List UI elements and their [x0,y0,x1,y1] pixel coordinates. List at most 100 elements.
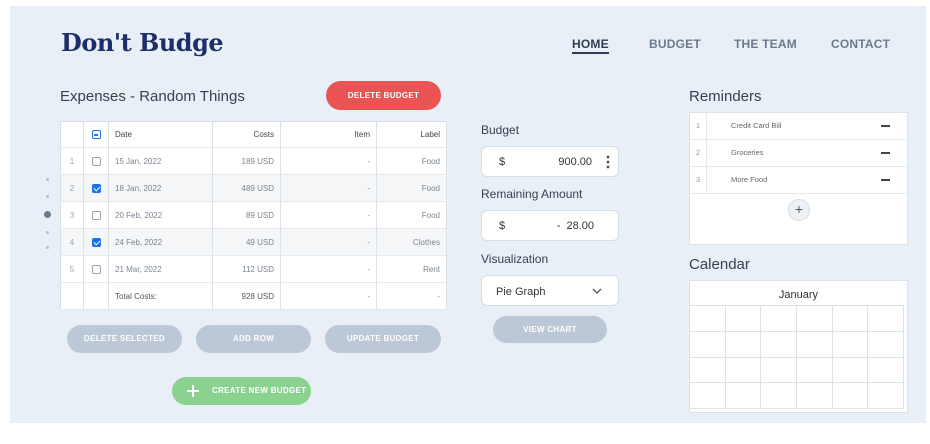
table-row[interactable]: 4 24 Feb, 2022 49 USD - Clothes [60,228,447,256]
calendar-day-cell[interactable] [832,331,869,358]
cell-cost[interactable]: 89 USD [212,201,281,229]
app-logo[interactable]: Don't Budge [61,28,224,57]
create-new-budget-button[interactable]: CREATE NEW BUDGET [172,377,311,405]
carousel-dot-active[interactable] [44,211,51,218]
reminder-text[interactable]: Groceries [731,140,764,166]
cell-cost[interactable]: 489 USD [212,174,281,202]
nav-the-team[interactable]: THE TEAM [734,37,797,51]
table-row[interactable]: 1 15 Jan, 2022 189 USD - Food [60,147,447,175]
calendar-day-cell[interactable] [761,383,797,409]
delete-selected-button[interactable]: DELETE SELECTED [67,325,182,353]
visualization-select[interactable]: Pie Graph [481,275,619,306]
calendar-day-cell[interactable] [832,357,869,384]
column-header-item[interactable]: Item [280,121,377,148]
calendar-day-cell[interactable] [868,357,904,384]
reminder-item[interactable]: 3 More Food [690,167,907,194]
calendar-month: January [778,289,819,301]
budget-label: Budget [481,123,520,137]
reminder-text[interactable]: Credit Card Bill [731,113,781,139]
cell-item[interactable]: - [280,255,377,283]
add-row-button[interactable]: ADD ROW [196,325,311,353]
delete-budget-button[interactable]: DELETE BUDGET [326,81,441,110]
table-row[interactable]: 3 20 Feb, 2022 89 USD - Food [60,201,447,229]
calendar-day-cell[interactable] [868,331,904,358]
calendar-day-cell[interactable] [761,357,797,384]
update-budget-button[interactable]: UPDATE BUDGET [325,325,441,353]
calendar-day-cell[interactable] [690,306,726,332]
calendar-day-cell[interactable] [868,306,904,332]
calendar-day-cell[interactable] [690,357,726,384]
calendar-day-cell[interactable] [761,306,797,332]
cell-item[interactable]: - [280,174,377,202]
carousel-dot[interactable] [46,246,49,249]
minus-icon[interactable] [881,125,890,127]
row-checkbox[interactable] [91,237,101,247]
reminder-item[interactable]: 1 Credit Card Bill [690,113,907,140]
calendar-day-cell[interactable] [725,357,762,384]
calendar-day-cell[interactable] [832,306,869,332]
select-all-checkbox[interactable] [91,130,101,140]
carousel-dot[interactable] [46,195,49,198]
calendar-day-cell[interactable] [797,383,833,409]
budget-input[interactable]: $ 900.00 [481,146,619,177]
reminder-item[interactable]: 2 Groceries [690,140,907,167]
row-checkbox[interactable] [91,264,101,274]
cell-cost[interactable]: 189 USD [212,147,281,175]
remaining-amount-label: Remaining Amount [481,187,583,201]
remaining-amount-field: $ - 28.00 [481,210,619,241]
cell-label[interactable]: Rent [376,255,447,283]
calendar-day-cell[interactable] [761,331,797,358]
add-reminder-button[interactable]: + [788,199,810,221]
carousel-dot[interactable] [46,231,49,234]
cell-label[interactable]: Food [376,174,447,202]
minus-icon[interactable] [881,152,890,154]
calendar-card: January [689,280,908,413]
cell-date[interactable]: 20 Feb, 2022 [108,201,213,229]
cell-date[interactable]: 21 Mar, 2022 [108,255,213,283]
cell-label[interactable]: Food [376,147,447,175]
calendar-day-cell[interactable] [690,383,726,409]
table-row[interactable]: 2 18 Jan, 2022 489 USD - Food [60,174,447,202]
cell-date[interactable]: 24 Feb, 2022 [108,228,213,256]
row-checkbox[interactable] [91,210,101,220]
reminder-text[interactable]: More Food [731,167,767,193]
calendar-day-cell[interactable] [797,357,833,384]
minus-icon[interactable] [881,179,890,181]
cell-item[interactable]: - [280,228,377,256]
cell-date[interactable]: 15 Jan, 2022 [108,147,213,175]
budget-value[interactable]: 900.00 [558,156,592,168]
nav-budget[interactable]: BUDGET [649,37,701,51]
calendar-day-cell[interactable] [725,306,762,332]
expenses-title: Expenses - Random Things [60,88,245,105]
nav-contact[interactable]: CONTACT [831,37,890,51]
cell-item[interactable]: - [280,147,377,175]
kebab-menu-icon[interactable] [606,155,610,169]
row-checkbox[interactable] [91,156,101,166]
calendar-day-cell[interactable] [797,331,833,358]
calendar-day-cell[interactable] [725,331,762,358]
cell-label[interactable]: Food [376,201,447,229]
calendar-day-cell[interactable] [690,331,726,358]
cell-item[interactable]: - [280,201,377,229]
calendar-title: Calendar [689,256,750,273]
create-new-budget-label: CREATE NEW BUDGET [212,386,307,395]
calendar-day-cell[interactable] [832,383,869,409]
cell-cost[interactable]: 112 USD [212,255,281,283]
calendar-day-cell[interactable] [725,383,762,409]
table-row[interactable]: 5 21 Mar, 2022 112 USD - Rent [60,255,447,283]
calendar-day-cell[interactable] [868,383,904,409]
calendar-day-cell[interactable] [797,306,833,332]
cell-cost[interactable]: 49 USD [212,228,281,256]
column-header-label[interactable]: Label [376,121,447,148]
row-checkbox[interactable] [91,183,101,193]
total-label-col: - [376,282,447,310]
nav-home[interactable]: HOME [572,37,609,54]
column-header-date[interactable]: Date [108,121,213,148]
carousel-dot[interactable] [46,178,49,181]
visualization-value: Pie Graph [496,286,546,298]
column-header-costs[interactable]: Costs [212,121,281,148]
total-cost: 928 USD [212,282,281,310]
cell-date[interactable]: 18 Jan, 2022 [108,174,213,202]
cell-label[interactable]: Clothes [376,228,447,256]
view-chart-button[interactable]: VIEW CHART [493,316,607,343]
